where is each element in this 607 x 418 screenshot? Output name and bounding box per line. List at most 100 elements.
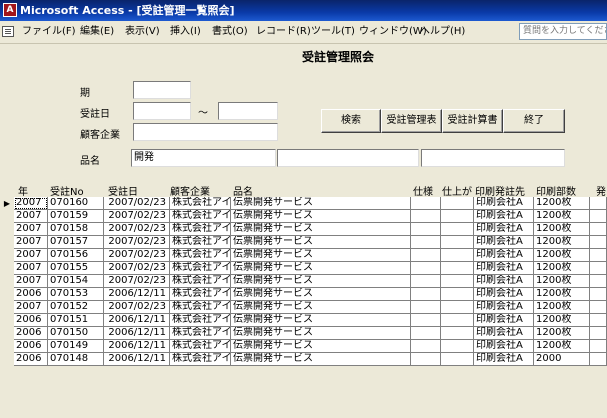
cell-year[interactable]: 2006 [14,314,48,327]
cell-print-vendor[interactable]: 印刷会社A [474,301,534,314]
cell-year[interactable]: 2006 [14,327,48,340]
cell-cut-off[interactable] [590,327,607,340]
cell-order-date[interactable]: 2006/12/11 [104,353,170,366]
cell-print-count[interactable]: 2000 [534,353,590,366]
cell-cut-off[interactable] [590,314,607,327]
cell-product[interactable]: 伝票開発サービス [231,262,411,275]
cell-print-vendor[interactable]: 印刷会社A [474,340,534,353]
menu-help[interactable]: ヘルプ(H) [420,21,465,43]
cell-finish[interactable] [441,262,474,275]
cell-cut-off[interactable] [590,236,607,249]
cell-product[interactable]: 伝票開発サービス [231,249,411,262]
cell-customer[interactable]: 株式会社アイ [170,340,231,353]
cell-print-count[interactable]: 1200枚 [534,236,590,249]
cell-order-no[interactable]: 070156 [48,249,104,262]
cell-order-date[interactable]: 2007/02/23 [104,210,170,223]
cell-order-date[interactable]: 2007/02/23 [104,197,170,210]
cell-cut-off[interactable] [590,353,607,366]
cell-product[interactable]: 伝票開発サービス [231,236,411,249]
cell-print-count[interactable]: 1200枚 [534,327,590,340]
cell-order-no[interactable]: 070160 [48,197,104,210]
record-selector[interactable] [0,262,14,275]
cell-print-vendor[interactable]: 印刷会社A [474,236,534,249]
cell-cut-off[interactable] [590,301,607,314]
cell-order-no[interactable]: 070154 [48,275,104,288]
cell-order-no[interactable]: 070149 [48,340,104,353]
cell-order-no[interactable]: 070153 [48,288,104,301]
cell-order-date[interactable]: 2007/02/23 [104,262,170,275]
table-row[interactable]: 2007 070155 2007/02/23 株式会社アイ 伝票開発サービス 印刷会社A 1… [14,262,607,275]
cell-finish[interactable] [441,275,474,288]
cell-print-count[interactable]: 1200枚 [534,340,590,353]
current-record-arrow-icon[interactable]: ▶ [0,197,14,210]
cell-year[interactable]: 2006 [14,340,48,353]
menu-format[interactable]: 書式(O) [212,21,248,43]
cell-spec[interactable] [411,301,441,314]
cell-print-vendor[interactable]: 印刷会社A [474,197,534,210]
cell-product[interactable]: 伝票開発サービス [231,288,411,301]
cell-spec[interactable] [411,236,441,249]
cell-order-no[interactable]: 070158 [48,223,104,236]
cell-customer[interactable]: 株式会社アイ [170,249,231,262]
cell-finish[interactable] [441,223,474,236]
order-date-to-field[interactable] [218,102,278,120]
table-row[interactable]: 2007 070160 2007/02/23 株式会社アイ 伝票開発サービス 印刷会社A 1… [14,197,607,210]
cell-order-date[interactable]: 2006/12/11 [104,314,170,327]
record-selector[interactable] [0,236,14,249]
table-row[interactable]: 2007 070152 2007/02/23 株式会社アイ 伝票開発サービス 印刷会社A 1… [14,301,607,314]
table-row[interactable]: 2007 070156 2007/02/23 株式会社アイ 伝票開発サービス 印刷会社A 1… [14,249,607,262]
table-row[interactable]: 2006 070149 2006/12/11 株式会社アイ 伝票開発サービス 印刷会社A 1… [14,340,607,353]
cell-print-vendor[interactable]: 印刷会社A [474,353,534,366]
cell-order-date[interactable]: 2007/02/23 [104,223,170,236]
cell-finish[interactable] [441,249,474,262]
record-selector[interactable] [0,210,14,223]
cell-customer[interactable]: 株式会社アイ [170,262,231,275]
cell-customer[interactable]: 株式会社アイ [170,314,231,327]
cell-order-date[interactable]: 2007/02/23 [104,249,170,262]
product-field-2[interactable] [277,149,419,167]
cell-cut-off[interactable] [590,288,607,301]
cell-order-date[interactable]: 2007/02/23 [104,236,170,249]
cell-product[interactable]: 伝票開発サービス [231,327,411,340]
cell-print-count[interactable]: 1200枚 [534,301,590,314]
cell-order-no[interactable]: 070151 [48,314,104,327]
cell-year[interactable]: 2007 [14,223,48,236]
cell-customer[interactable]: 株式会社アイ [170,288,231,301]
cell-print-count[interactable]: 1200枚 [534,210,590,223]
cell-spec[interactable] [411,223,441,236]
cell-finish[interactable] [441,327,474,340]
menu-window[interactable]: ウィンドウ(W) [359,21,427,43]
table-row[interactable]: 2006 070151 2006/12/11 株式会社アイ 伝票開発サービス 印刷会社A 1… [14,314,607,327]
cell-print-vendor[interactable]: 印刷会社A [474,275,534,288]
record-selector[interactable] [0,249,14,262]
cell-spec[interactable] [411,249,441,262]
cell-cut-off[interactable] [590,197,607,210]
cell-print-count[interactable]: 1200枚 [534,223,590,236]
cell-finish[interactable] [441,288,474,301]
menu-tools[interactable]: ツール(T) [311,21,355,43]
cell-year[interactable]: 2007 [14,210,48,223]
cell-customer[interactable]: 株式会社アイ [170,197,231,210]
cell-order-no[interactable]: 070150 [48,327,104,340]
order-table-button[interactable]: 受註管理表 [381,109,442,133]
cell-order-date[interactable]: 2007/02/23 [104,301,170,314]
cell-year[interactable]: 2007 [14,275,48,288]
cell-spec[interactable] [411,288,441,301]
table-row[interactable]: 2006 070153 2006/12/11 株式会社アイ 伝票開発サービス 印刷会社A 1… [14,288,607,301]
table-row[interactable]: 2007 070159 2007/02/23 株式会社アイ 伝票開発サービス 印刷会社A 1… [14,210,607,223]
cell-finish[interactable] [441,314,474,327]
cell-finish[interactable] [441,197,474,210]
cell-order-no[interactable]: 070148 [48,353,104,366]
cell-print-count[interactable]: 1200枚 [534,314,590,327]
cell-spec[interactable] [411,327,441,340]
cell-order-date[interactable]: 2007/02/23 [104,275,170,288]
help-question-input[interactable]: 質問を入力してください [519,23,607,40]
cell-year[interactable]: 2006 [14,353,48,366]
cell-product[interactable]: 伝票開発サービス [231,223,411,236]
record-selector[interactable] [0,353,14,366]
cell-spec[interactable] [411,210,441,223]
cell-year[interactable]: 2007 [14,262,48,275]
cell-cut-off[interactable] [590,210,607,223]
cell-cut-off[interactable] [590,262,607,275]
cell-cut-off[interactable] [590,249,607,262]
